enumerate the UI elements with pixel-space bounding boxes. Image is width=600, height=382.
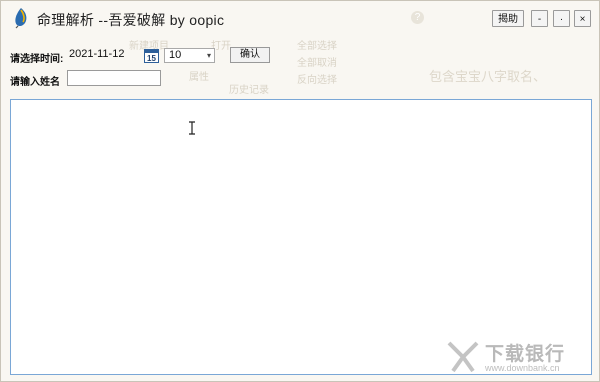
window-title: 命理解析 --吾爱破解 by oopic — [37, 12, 225, 28]
feather-app-icon — [15, 8, 27, 29]
maximize-button[interactable]: · — [553, 10, 570, 27]
support-button[interactable]: 揭助 — [492, 10, 524, 27]
watermark-url: www.downbank.cn — [485, 363, 560, 373]
name-input[interactable] — [67, 70, 161, 86]
confirm-button[interactable]: 确认 — [230, 47, 270, 63]
name-label: 请输入姓名 — [10, 77, 60, 88]
watermark-brand: 下载银行 — [485, 344, 566, 365]
watermark: 下载银行 www.downbank.cn — [445, 339, 590, 375]
calendar-day: 15 — [147, 54, 156, 63]
result-text-area[interactable] — [10, 99, 592, 375]
chevron-down-icon: ▾ — [206, 51, 211, 60]
ghost-content-hint: 包含宝宝八字取名、 — [429, 69, 547, 84]
app-window: 新建项目 打开 全部选择 全部取消 反向选择 属性 历史记录 包含宝宝八字取名、… — [0, 0, 600, 382]
ghost-history: 历史记录 — [229, 85, 269, 96]
close-button[interactable]: × — [574, 10, 591, 27]
calendar-icon[interactable]: 15 — [144, 48, 159, 63]
text-cursor-icon — [189, 121, 195, 135]
ghost-invert-select: 反向选择 — [297, 75, 337, 86]
title-bar: 命理解析 --吾爱破解 by oopic ? 揭助 - · × — [1, 1, 599, 35]
ghost-deselect-all: 全部取消 — [297, 58, 337, 69]
minimize-button[interactable]: - — [531, 10, 548, 27]
hour-select-value: 10 — [169, 49, 182, 61]
help-icon: ? — [411, 11, 424, 24]
ghost-select-all: 全部选择 — [297, 41, 337, 52]
hour-select[interactable]: 10 ▾ — [164, 48, 215, 63]
watermark-logo-icon — [447, 341, 479, 373]
date-picker-value[interactable]: 2021-11-12 — [69, 48, 124, 60]
date-label: 请选择时间: — [10, 54, 64, 65]
ghost-properties: 属性 — [189, 72, 209, 83]
